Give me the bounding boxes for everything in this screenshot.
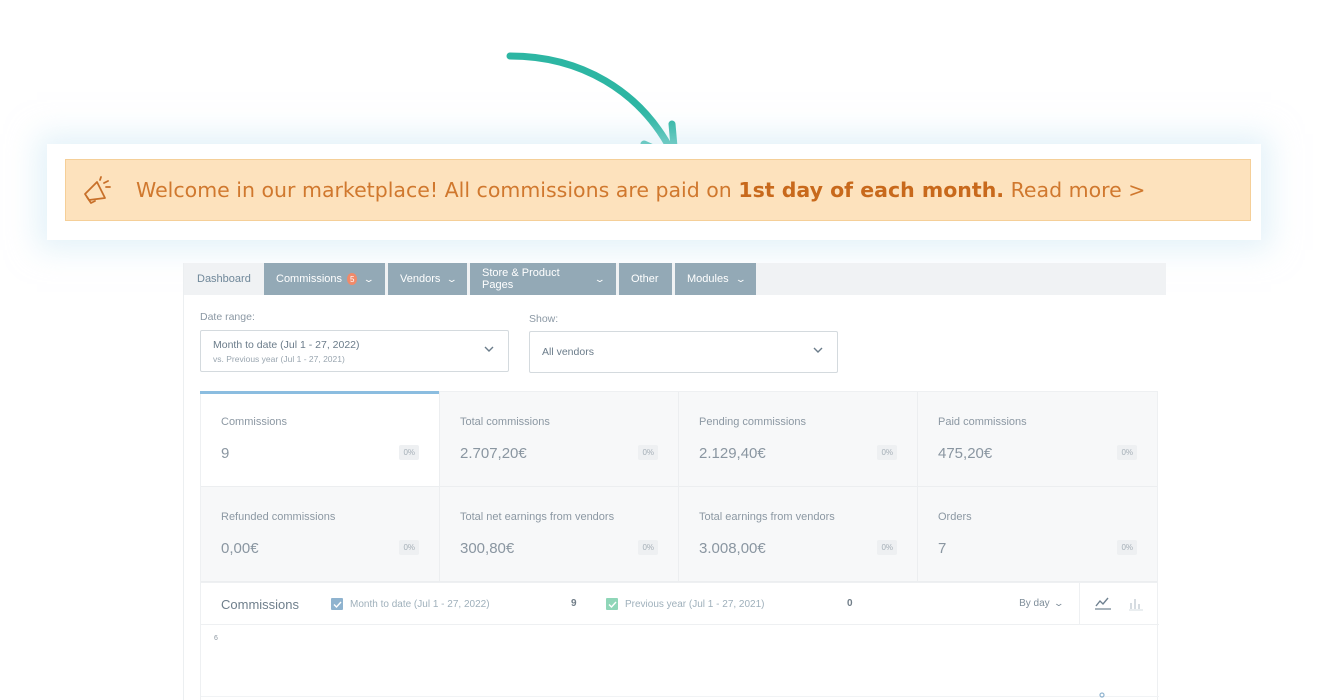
bar-chart-icon[interactable] <box>1128 595 1144 611</box>
chevron-down-icon: ⌄ <box>1053 598 1065 608</box>
announcement-text: Welcome in our marketplace! All commissi… <box>136 178 1145 202</box>
tab-label: Commissions <box>276 273 343 285</box>
megaphone-icon <box>84 176 111 204</box>
stat-delta-badge: 0% <box>638 540 658 555</box>
stat-commissions[interactable]: Commissions 9 0% <box>201 392 440 487</box>
stat-orders[interactable]: Orders 7 0% <box>918 487 1157 582</box>
tab-vendors[interactable]: Vendors ⌄ <box>388 263 467 295</box>
legend-previous[interactable]: Previous year (Jul 1 - 27, 2021) <box>606 598 765 610</box>
tab-modules[interactable]: Modules ⌄ <box>675 263 756 295</box>
stat-value: 7 <box>938 540 947 557</box>
stat-delta-badge: 0% <box>638 445 658 460</box>
stat-label: Refunded commissions <box>221 511 336 523</box>
legend-current-count: 9 <box>571 598 577 609</box>
chevron-down-icon: ⌄ <box>594 273 607 284</box>
dashboard-panel: Dashboard Commissions 5 ⌄ Vendors ⌄ Stor… <box>183 263 1166 700</box>
stat-refunded-commissions[interactable]: Refunded commissions 0,00€ 0% <box>201 487 440 582</box>
show-value: All vendors <box>542 346 594 358</box>
stat-total-commissions[interactable]: Total commissions 2.707,20€ 0% <box>440 392 679 487</box>
commissions-chart: Commissions Month to date (Jul 1 - 27, 2… <box>200 583 1159 700</box>
show-label: Show: <box>529 313 559 325</box>
stat-value: 2.129,40€ <box>699 445 766 462</box>
stat-value: 475,20€ <box>938 445 993 462</box>
data-point-icon <box>1099 692 1105 698</box>
stat-value: 0,00€ <box>221 540 259 557</box>
stat-delta-badge: 0% <box>1117 540 1137 555</box>
chart-title: Commissions <box>221 597 300 612</box>
tab-commissions[interactable]: Commissions 5 ⌄ <box>264 263 385 295</box>
legend-current-label: Month to date (Jul 1 - 27, 2022) <box>350 598 490 610</box>
tab-label: Store & Product Pages <box>482 267 560 291</box>
announcement-text-bold: 1st day of each month. <box>738 178 1005 202</box>
tab-dashboard[interactable]: Dashboard <box>184 263 264 295</box>
stat-value: 3.008,00€ <box>699 540 766 557</box>
y-axis-tick: 6 <box>214 635 218 642</box>
stat-paid-commissions[interactable]: Paid commissions 475,20€ 0% <box>918 392 1157 487</box>
date-range-select[interactable]: Month to date (Jul 1 - 27, 2022) vs. Pre… <box>200 330 509 372</box>
stat-delta-badge: 0% <box>877 540 897 555</box>
stat-value: 2.707,20€ <box>460 445 527 462</box>
tab-other[interactable]: Other <box>619 263 672 295</box>
stat-delta-badge: 0% <box>399 445 419 460</box>
stat-label: Total commissions <box>460 416 550 428</box>
announcement-text-start: Welcome in our marketplace! All commissi… <box>136 178 739 202</box>
checkbox-checked-icon[interactable] <box>606 598 618 610</box>
marketplace-screenshot: Welcome in our marketplace! All commissi… <box>0 0 1344 700</box>
chevron-down-icon: ⌄ <box>734 273 747 284</box>
stats-grid: Commissions 9 0% Total commissions 2.707… <box>200 391 1158 583</box>
stat-label: Paid commissions <box>938 416 1027 428</box>
date-range-value: Month to date (Jul 1 - 27, 2022) <box>213 338 360 351</box>
read-more-link[interactable]: Read more > <box>1004 178 1146 202</box>
legend-previous-label: Previous year (Jul 1 - 27, 2021) <box>625 598 765 610</box>
chart-header: Commissions Month to date (Jul 1 - 27, 2… <box>201 583 1159 625</box>
chevron-down-icon: ⌄ <box>446 273 459 284</box>
tab-store-product-pages[interactable]: Store & Product Pages ⌄ <box>470 263 616 295</box>
legend-previous-count: 0 <box>847 598 853 609</box>
chevron-down-icon <box>484 346 494 352</box>
stat-pending-commissions[interactable]: Pending commissions 2.129,40€ 0% <box>679 392 918 487</box>
stat-total-earnings[interactable]: Total earnings from vendors 3.008,00€ 0% <box>679 487 918 582</box>
chart-gridline <box>201 696 1159 697</box>
active-stat-indicator <box>200 391 439 394</box>
date-range-label: Date range: <box>200 311 255 323</box>
legend-current[interactable]: Month to date (Jul 1 - 27, 2022) <box>331 598 490 610</box>
commissions-count-badge: 5 <box>347 273 358 285</box>
stat-total-net-earnings[interactable]: Total net earnings from vendors 300,80€ … <box>440 487 679 582</box>
checkbox-checked-icon[interactable] <box>331 598 343 610</box>
stat-label: Total earnings from vendors <box>699 511 835 523</box>
chart-type-switch <box>1079 583 1159 625</box>
stat-delta-badge: 0% <box>399 540 419 555</box>
tab-label: Vendors <box>400 273 441 285</box>
announcement-card: Welcome in our marketplace! All commissi… <box>47 144 1261 240</box>
interval-select[interactable]: By day ⌄ <box>1019 598 1065 609</box>
chevron-down-icon <box>813 347 823 353</box>
stat-delta-badge: 0% <box>1117 445 1137 460</box>
tab-bar: Dashboard Commissions 5 ⌄ Vendors ⌄ Stor… <box>184 263 1166 295</box>
stat-delta-badge: 0% <box>877 445 897 460</box>
announcement-banner: Welcome in our marketplace! All commissi… <box>65 159 1251 221</box>
chevron-down-icon: ⌄ <box>363 273 376 284</box>
stat-label: Orders <box>938 511 972 523</box>
tab-label: Dashboard <box>197 273 251 285</box>
interval-label: By day <box>1019 598 1050 609</box>
tab-label: Other <box>631 273 659 285</box>
line-chart-icon[interactable] <box>1094 595 1112 611</box>
show-vendors-select[interactable]: All vendors <box>529 331 838 373</box>
stat-label: Pending commissions <box>699 416 806 428</box>
stat-value: 9 <box>221 445 230 462</box>
tab-label: Modules <box>687 273 729 285</box>
stat-label: Total net earnings from vendors <box>460 511 615 523</box>
stat-value: 300,80€ <box>460 540 515 557</box>
date-range-compare: vs. Previous year (Jul 1 - 27, 2021) <box>213 353 345 364</box>
stat-label: Commissions <box>221 416 288 428</box>
